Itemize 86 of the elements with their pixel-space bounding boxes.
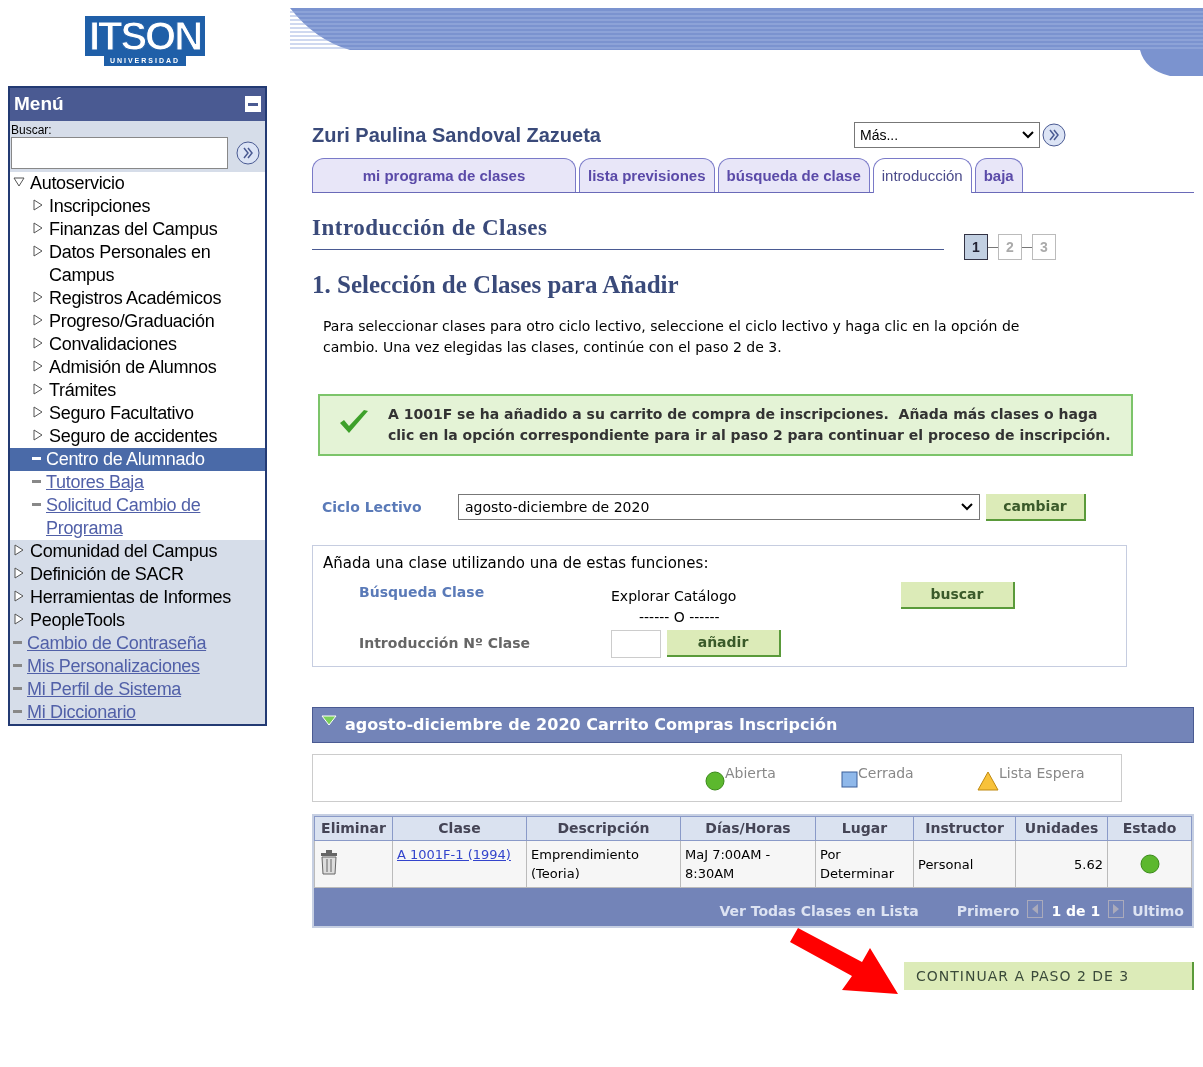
menu-folder[interactable]: Registros Académicos [49,286,222,310]
step-indicator: 3 [1032,234,1056,260]
table-cell: 5.62 [1015,840,1108,888]
term-dropdown[interactable]: agosto-diciembre de 2020 [458,494,980,520]
continue-button[interactable]: CONTINUAR A PASO 2 DE 3 [904,962,1194,990]
trash-icon[interactable] [319,849,339,875]
more-dropdown[interactable]: Más... [854,122,1040,148]
menu-title: Menú [14,92,64,116]
add-button[interactable]: añadir [667,630,781,657]
column-header: Instructor [913,816,1016,841]
menu-folder[interactable]: Finanzas del Campus [49,217,218,241]
table-cell: Emprendimiento (Teoria) [526,840,681,888]
tab[interactable]: introducción [872,158,972,193]
dash-icon [32,456,41,460]
closed-status-icon [841,771,858,788]
search-class-label: Búsqueda Clase [359,583,486,602]
search-field[interactable] [11,136,228,169]
tab[interactable]: búsqueda de clase [717,158,870,192]
menu-folder[interactable]: Autoservicio [30,171,125,195]
tab[interactable]: baja [974,158,1023,192]
step-indicator: 1 [964,234,988,260]
class-number-field[interactable] [611,630,661,658]
dash-icon [32,479,41,483]
column-header: Clase [392,816,527,841]
menu-folder[interactable]: Progreso/Graduación [49,309,215,333]
menu-folder[interactable]: Trámites [49,378,116,402]
menu-folder[interactable]: Seguro de accidentes [49,424,218,448]
browse-catalog-text: Explorar Catálogo [611,587,738,606]
column-header: Unidades [1015,816,1108,841]
menu-folder[interactable]: Seguro Facultativo [49,401,194,425]
legend-label: Lista Espera [999,764,1085,783]
logo: ITSON [84,16,206,56]
open-status-icon [705,771,725,791]
student-name: Zuri Paulina Sandoval Zazueta [312,123,601,148]
legend-label: Cerrada [858,764,914,783]
section-title: 1. Selección de Clases para Añadir [312,270,680,300]
table-cell: Personal [913,840,1016,888]
column-header: Descripción [526,816,681,841]
dash-icon [13,663,22,667]
search-button[interactable]: buscar [901,582,1015,609]
tab[interactable]: lista previsiones [579,158,715,192]
dash-icon [13,640,22,644]
menu-link[interactable]: Mi Diccionario [27,700,136,724]
tab[interactable]: mi programa de clases [312,158,576,192]
collapse-icon[interactable] [245,96,261,113]
chevron-down-icon [961,503,973,511]
menu-link[interactable]: Solicitud Cambio de Programa [46,493,257,540]
menu-folder[interactable]: Convalidaciones [49,332,177,356]
or-separator: ------ O ------ [639,608,721,627]
table-cell: Por Determinar [815,840,914,888]
dash-icon [13,709,22,713]
cart-title: agosto-diciembre de 2020 Carrito Compras Inscripción [345,714,838,736]
menu-link[interactable]: Mis Personalizaciones [27,654,200,678]
legend-label: Abierta [725,764,776,783]
menu-folder[interactable]: Inscripciones [49,194,151,218]
term-label: Ciclo Lectivo [322,497,423,517]
column-header: Eliminar [314,816,393,841]
success-message: A 1001F se ha añadido a su carrito de compra de inscripciones. Añada más clases o haga clic en la opción correspondiente para ir al paso 2 para continuar el proceso de inscripción. [388,404,1112,445]
search-label: Buscar: [11,122,53,137]
go-icon[interactable] [236,140,260,165]
class-number-label: Introducción Nº Clase [359,634,532,653]
table-cell: MaJ 7:00AM - 8:30AM [680,840,816,888]
waitlist-status-icon [977,771,999,791]
menu-link[interactable]: Cambio de Contraseña [27,631,207,655]
menu-folder[interactable]: Admisión de Alumnos [49,355,217,379]
caret-down-icon[interactable] [321,715,337,727]
menu-folder[interactable]: Datos Personales en Campus [49,240,257,287]
instructions: Para seleccionar clases para otro ciclo lectivo, seleccione el ciclo lectivo y haga clic en la opción de cambio. Una vez elegidas las clases, continúe con el paso 2 de 3. [323,316,1021,357]
chevron-down-icon [1022,131,1034,139]
step-indicator: 2 [998,234,1022,260]
menu-folder[interactable]: PeopleTools [30,608,125,632]
menu-folder[interactable]: Herramientas de Informes [30,585,231,609]
page-title: Introducción de Clases [312,210,944,250]
change-button[interactable]: cambiar [986,493,1086,521]
menu-folder[interactable]: Comunidad del Campus [30,539,218,563]
menu-link[interactable]: Tutores Baja [46,470,144,494]
dash-icon [13,686,22,690]
dash-icon [32,502,41,506]
add-class-intro: Añada una clase utilizando una de estas funciones: [323,552,710,574]
menu-link[interactable]: Mi Perfil de Sistema [27,677,182,701]
column-header: Estado [1107,816,1192,841]
go-icon[interactable] [1042,123,1066,147]
menu-folder[interactable]: Definición de SACR [30,562,184,586]
page-count: 1 de 1 [1051,902,1101,921]
column-header: Lugar [815,816,914,841]
column-header: Días/Horas [680,816,816,841]
